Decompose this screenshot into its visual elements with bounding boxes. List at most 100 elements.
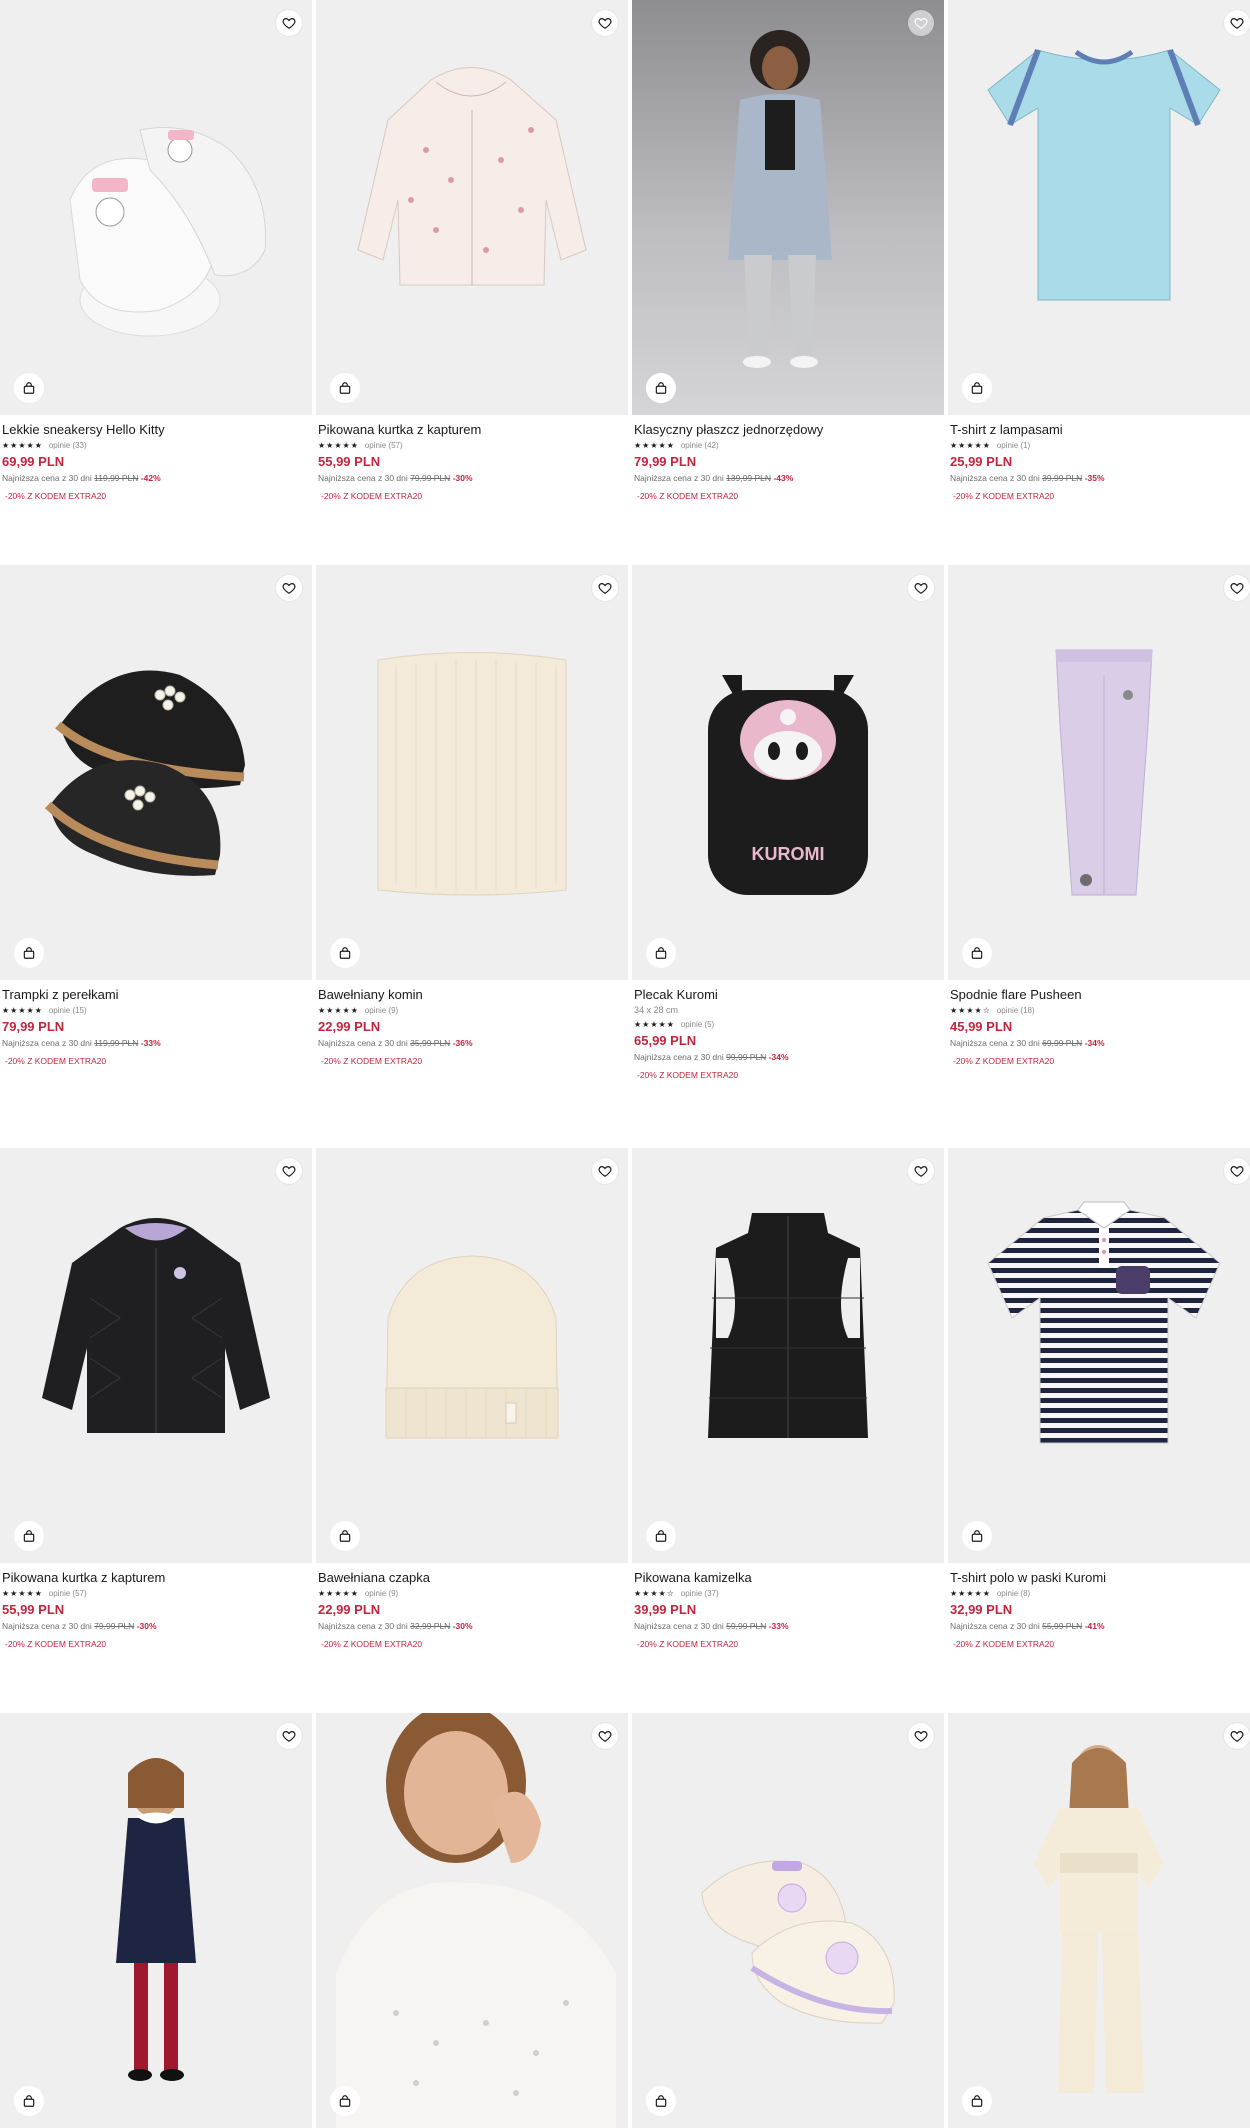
add-to-bag-button[interactable] — [330, 1521, 360, 1551]
product-image[interactable] — [316, 1148, 628, 1563]
add-to-bag-button[interactable] — [14, 1521, 44, 1551]
product-card[interactable] — [948, 1713, 1250, 2128]
add-to-bag-button[interactable] — [646, 2086, 676, 2116]
review-count[interactable]: opinie (9) — [365, 1589, 398, 1598]
add-to-wishlist-button[interactable] — [908, 1158, 934, 1184]
product-image[interactable] — [316, 1713, 628, 2128]
product-card[interactable] — [632, 1713, 944, 2128]
rating-stars: ★★★★★ — [318, 440, 359, 450]
product-image[interactable] — [948, 1713, 1250, 2128]
old-price: 39,99 PLN — [1042, 473, 1083, 483]
product-price: 65,99 PLN — [634, 1033, 697, 1048]
tshirt-illustration — [987, 48, 1221, 301]
product-name[interactable]: Spodnie flare Pusheen — [950, 987, 1250, 1003]
shopping-bag-icon — [655, 947, 667, 959]
product-image[interactable] — [0, 1713, 312, 2128]
product-name[interactable]: Lekkie sneakersy Hello Kitty — [2, 422, 310, 438]
product-image[interactable] — [632, 1713, 944, 2128]
add-to-wishlist-button[interactable] — [1224, 575, 1250, 601]
add-to-bag-button[interactable] — [330, 2086, 360, 2116]
product-image[interactable] — [0, 0, 312, 415]
product-name[interactable]: Pikowana kurtka z kapturem — [2, 1570, 310, 1586]
add-to-bag-button[interactable] — [14, 938, 44, 968]
product-image[interactable] — [948, 0, 1250, 415]
product-card[interactable]: Bawełniany komin ★★★★★ opinie (9) 22,99 … — [316, 565, 628, 1068]
product-card[interactable] — [0, 1713, 312, 2128]
add-to-wishlist-button[interactable] — [1224, 1723, 1250, 1749]
review-count[interactable]: opinie (33) — [49, 441, 87, 450]
add-to-wishlist-button[interactable] — [592, 10, 618, 36]
product-card[interactable]: Pikowana kamizelka ★★★★☆ opinie (37) 39,… — [632, 1148, 944, 1651]
product-image[interactable] — [316, 0, 628, 415]
product-image[interactable]: KUROMI — [632, 565, 944, 980]
product-card[interactable]: Pikowana kurtka z kapturem ★★★★★ opinie … — [0, 1148, 312, 1651]
product-image[interactable] — [316, 565, 628, 980]
product-card[interactable]: T-shirt polo w paski Kuromi ★★★★★ opinie… — [948, 1148, 1250, 1651]
add-to-bag-button[interactable] — [962, 2086, 992, 2116]
add-to-wishlist-button[interactable] — [592, 1723, 618, 1749]
add-to-bag-button[interactable] — [14, 2086, 44, 2116]
product-rating: ★★★★★ opinie (5) — [634, 1017, 942, 1031]
add-to-bag-button[interactable] — [646, 1521, 676, 1551]
add-to-wishlist-button[interactable] — [276, 10, 302, 36]
add-to-bag-button[interactable] — [962, 938, 992, 968]
add-to-wishlist-button[interactable] — [1224, 10, 1250, 36]
product-name[interactable]: T-shirt z lampasami — [950, 422, 1250, 438]
product-name[interactable]: Pikowana kurtka z kapturem — [318, 422, 626, 438]
review-count[interactable]: opinie (18) — [997, 1006, 1035, 1015]
shopping-bag-icon — [971, 947, 983, 959]
add-to-bag-button[interactable] — [962, 373, 992, 403]
add-to-bag-button[interactable] — [330, 373, 360, 403]
review-count[interactable]: opinie (15) — [49, 1006, 87, 1015]
product-rating: ★★★★★ opinie (57) — [2, 1586, 310, 1600]
old-price: 79,99 PLN — [410, 473, 451, 483]
add-to-bag-button[interactable] — [14, 373, 44, 403]
product-name[interactable]: Trampki z perełkami — [2, 987, 310, 1003]
product-card[interactable] — [316, 1713, 628, 2128]
add-to-wishlist-button[interactable] — [908, 575, 934, 601]
snood-illustration — [377, 652, 567, 896]
review-count[interactable]: opinie (57) — [365, 441, 403, 450]
product-card[interactable]: T-shirt z lampasami ★★★★★ opinie (1) 25,… — [948, 0, 1250, 503]
product-image[interactable] — [632, 0, 944, 415]
add-to-wishlist-button[interactable] — [276, 1723, 302, 1749]
product-name[interactable]: Klasyczny płaszcz jednorzędowy — [634, 422, 942, 438]
add-to-bag-button[interactable] — [962, 1521, 992, 1551]
product-image[interactable] — [948, 1148, 1250, 1563]
product-name[interactable]: Pikowana kamizelka — [634, 1570, 942, 1586]
product-name[interactable]: Bawełniana czapka — [318, 1570, 626, 1586]
review-count[interactable]: opinie (42) — [681, 441, 719, 450]
review-count[interactable]: opinie (1) — [997, 441, 1030, 450]
add-to-wishlist-button[interactable] — [592, 1158, 618, 1184]
add-to-wishlist-button[interactable] — [276, 575, 302, 601]
review-count[interactable]: opinie (57) — [49, 1589, 87, 1598]
product-card[interactable]: Lekkie sneakersy Hello Kitty ★★★★★ opini… — [0, 0, 312, 503]
add-to-wishlist-button[interactable] — [276, 1158, 302, 1184]
product-image[interactable] — [0, 565, 312, 980]
product-price: 39,99 PLN — [634, 1602, 697, 1617]
review-count[interactable]: opinie (5) — [681, 1020, 714, 1029]
review-count[interactable]: opinie (8) — [997, 1589, 1030, 1598]
product-name[interactable]: Bawełniany komin — [318, 987, 626, 1003]
review-count[interactable]: opinie (37) — [681, 1589, 719, 1598]
add-to-wishlist-button[interactable] — [908, 1723, 934, 1749]
add-to-wishlist-button[interactable] — [592, 575, 618, 601]
add-to-wishlist-button[interactable] — [1224, 1158, 1250, 1184]
product-card[interactable]: Trampki z perełkami ★★★★★ opinie (15) 79… — [0, 565, 312, 1068]
product-image[interactable] — [0, 1148, 312, 1563]
product-card[interactable]: Spodnie flare Pusheen ★★★★☆ opinie (18) … — [948, 565, 1250, 1068]
product-card[interactable]: Klasyczny płaszcz jednorzędowy ★★★★★ opi… — [632, 0, 944, 503]
product-card[interactable]: Bawełniana czapka ★★★★★ opinie (9) 22,99… — [316, 1148, 628, 1651]
add-to-bag-button[interactable] — [330, 938, 360, 968]
product-name[interactable]: Plecak Kuromi — [634, 987, 942, 1003]
review-count[interactable]: opinie (9) — [365, 1006, 398, 1015]
product-card[interactable]: Pikowana kurtka z kapturem ★★★★★ opinie … — [316, 0, 628, 503]
add-to-wishlist-button[interactable] — [908, 10, 934, 36]
product-card[interactable]: KUROMI Plecak Kuromi 34 x 28 cm ★★★★★ op… — [632, 565, 944, 1082]
product-name[interactable]: T-shirt polo w paski Kuromi — [950, 1570, 1250, 1586]
product-image[interactable] — [632, 1148, 944, 1563]
add-to-bag-button[interactable] — [646, 373, 676, 403]
product-image[interactable] — [948, 565, 1250, 980]
add-to-bag-button[interactable] — [646, 938, 676, 968]
discount-badge: -34% — [1084, 1038, 1105, 1048]
